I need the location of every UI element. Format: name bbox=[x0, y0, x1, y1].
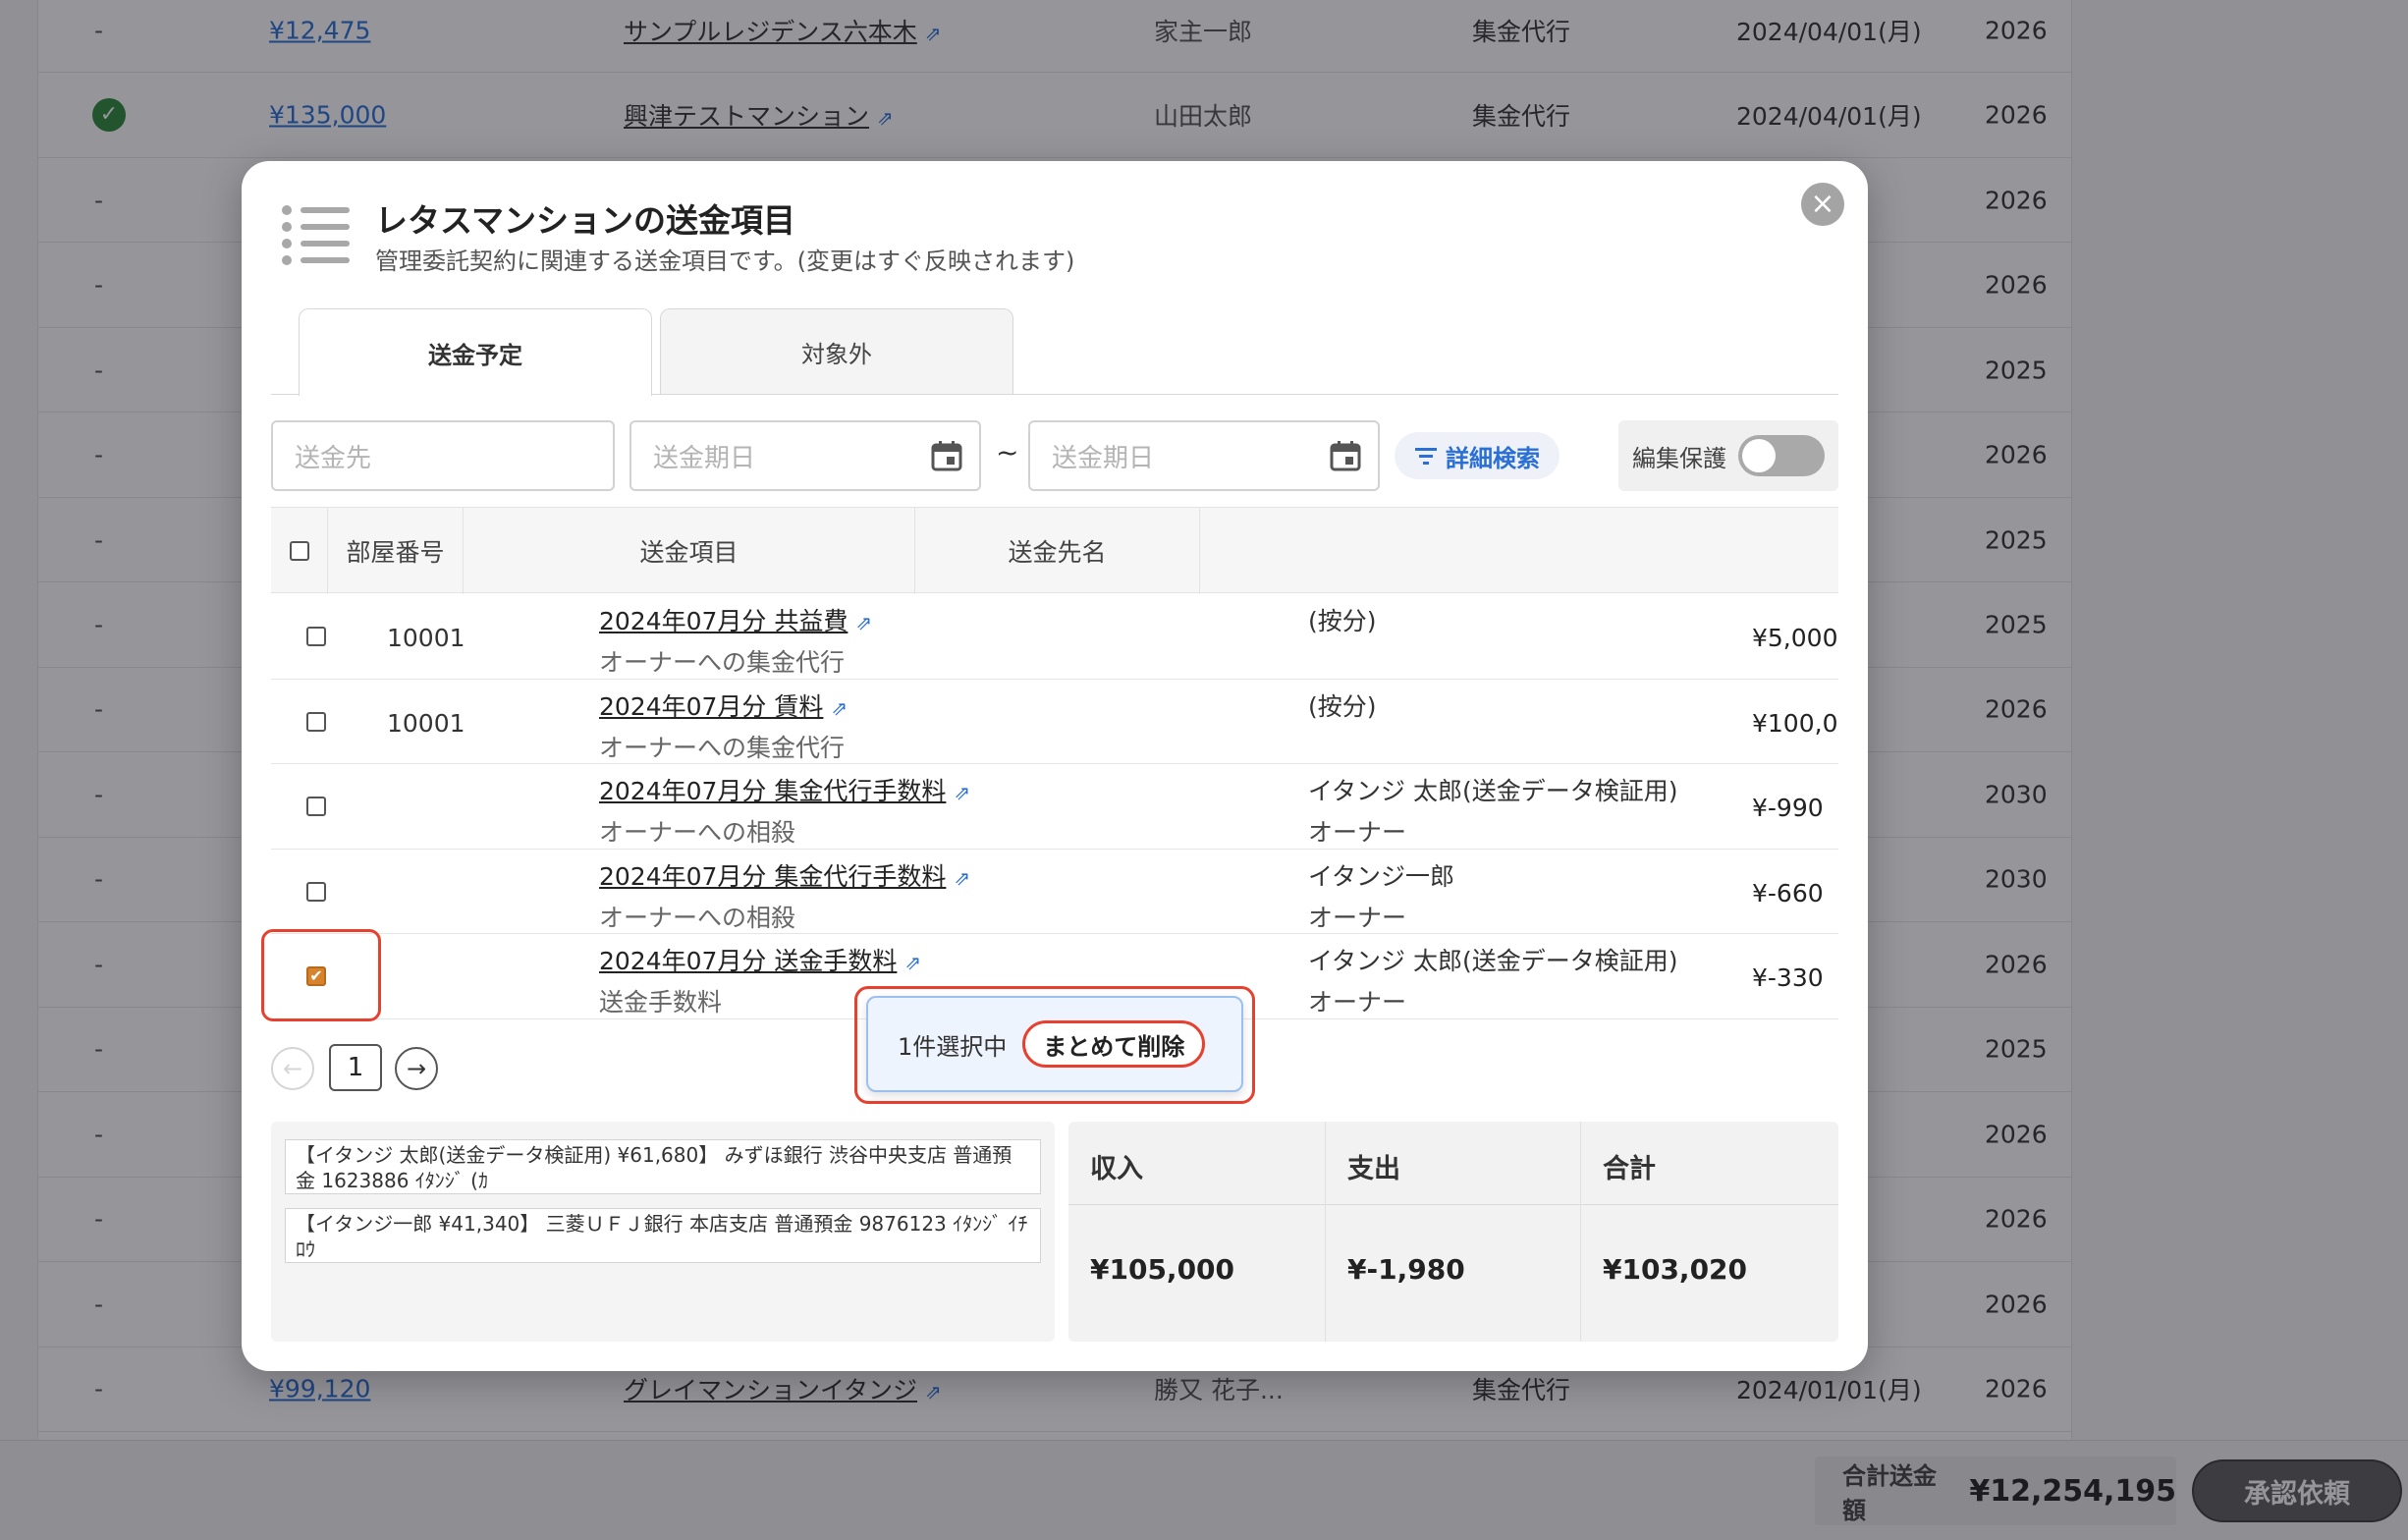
recipient-role: オーナー bbox=[1308, 988, 1407, 1017]
pagination-current-page[interactable]: 1 bbox=[329, 1044, 382, 1091]
recipient-cell: (按分) bbox=[1308, 602, 1377, 643]
modal-subtitle: 管理委託契約に関連する送金項目です。(変更はすぐ反映されます) bbox=[375, 248, 1075, 275]
bulk-delete-button[interactable]: まとめて削除 bbox=[1022, 1020, 1206, 1068]
header-recipient-name: 送金先名 bbox=[915, 508, 1200, 594]
external-link-icon[interactable]: ⇗ bbox=[954, 866, 970, 890]
amount: ¥-660 bbox=[1752, 878, 1824, 908]
remittance-item-link[interactable]: 2024年07月分 集金代行手数料 bbox=[599, 862, 946, 891]
summary-income: 収入 ¥105,000 bbox=[1068, 1122, 1326, 1342]
calendar-icon[interactable] bbox=[930, 439, 963, 472]
table-row: 2024年07月分 集金代行手数料 ⇗ オーナーへの相殺 イタンジ一郎 オーナー ¥-66… bbox=[271, 850, 1838, 934]
expense-label: 支出 bbox=[1347, 1154, 1400, 1184]
room-number: 10001 bbox=[387, 708, 465, 738]
row-checkbox[interactable] bbox=[306, 881, 326, 902]
summary-panel: 収入 ¥105,000 支出 ¥-1,980 合計 ¥103,020 bbox=[1068, 1122, 1838, 1342]
row-checkbox[interactable] bbox=[306, 797, 326, 816]
table-header: 部屋番号 送金項目 送金先名 bbox=[271, 507, 1838, 594]
remittance-item-category: オーナーへの相殺 bbox=[599, 818, 796, 847]
header-remittance-item: 送金項目 bbox=[464, 508, 915, 594]
detail-search-button[interactable]: 詳細検索 bbox=[1395, 432, 1560, 479]
recipient-cell: イタンジ 太郎(送金データ検証用) オーナー bbox=[1308, 772, 1677, 849]
income-value: ¥105,000 bbox=[1090, 1253, 1235, 1286]
detail-search-label: 詳細検索 bbox=[1446, 444, 1540, 472]
amount: ¥100,00 bbox=[1752, 708, 1838, 738]
remittance-item-cell: 2024年07月分 賃料 ⇗ オーナーへの集金代行 bbox=[599, 688, 848, 764]
remittance-item-cell: 2024年07月分 共益費 ⇗ オーナーへの集金代行 bbox=[599, 602, 872, 679]
close-icon[interactable]: × bbox=[1801, 183, 1844, 226]
total-label: 合計 bbox=[1603, 1154, 1656, 1184]
bank-info-panel: 【イタンジ 太郎(送金データ検証用) ¥61,680】 みずほ銀行 渋谷中央支店… bbox=[271, 1122, 1055, 1342]
external-link-icon[interactable]: ⇗ bbox=[855, 611, 872, 634]
recipient-name: (按分) bbox=[1308, 691, 1377, 721]
recipient-name: イタンジ 太郎(送金データ検証用) bbox=[1308, 947, 1678, 975]
external-link-icon[interactable]: ⇗ bbox=[904, 951, 921, 974]
filter-icon bbox=[1415, 448, 1437, 465]
amount: ¥-330 bbox=[1752, 963, 1824, 992]
bank-entry: 【イタンジ一郎 ¥41,340】 三菱ＵＦＪ銀行 本店支店 普通預金 98761… bbox=[285, 1208, 1041, 1263]
recipient-role: オーナー bbox=[1308, 903, 1407, 932]
amount: ¥5,000 bbox=[1752, 624, 1838, 652]
recipient-name: (按分) bbox=[1308, 607, 1377, 635]
pagination-prev-button[interactable]: ← bbox=[271, 1047, 314, 1090]
table-row: 10001 2024年07月分 賃料 ⇗ オーナーへの集金代行 (按分) ¥100,00 bbox=[271, 680, 1838, 764]
row-checkbox[interactable] bbox=[306, 627, 326, 646]
modal-title: レタスマンションの送金項目 bbox=[375, 201, 796, 240]
remittance-item-link[interactable]: 2024年07月分 賃料 bbox=[599, 692, 823, 721]
recipient-search-input[interactable]: 送金先 bbox=[271, 420, 615, 491]
recipient-name: イタンジ一郎 bbox=[1308, 861, 1455, 891]
due-date-from-placeholder: 送金期日 bbox=[653, 443, 756, 473]
table-row: 10001 2024年07月分 共益費 ⇗ オーナーへの集金代行 (按分) ¥5,000 bbox=[271, 594, 1838, 680]
summary-expense: 支出 ¥-1,980 bbox=[1326, 1122, 1581, 1342]
edit-protect-control: 編集保護 bbox=[1618, 420, 1838, 491]
remittance-item-category: オーナーへの集金代行 bbox=[599, 733, 846, 762]
recipient-cell: イタンジ 太郎(送金データ検証用) オーナー bbox=[1308, 942, 1677, 1018]
bank-entry: 【イタンジ 太郎(送金データ検証用) ¥61,680】 みずほ銀行 渋谷中央支店… bbox=[285, 1139, 1041, 1194]
selected-count: 1件選択中 bbox=[898, 1032, 1008, 1061]
expense-value: ¥-1,980 bbox=[1347, 1253, 1465, 1286]
edit-protect-toggle[interactable] bbox=[1738, 435, 1825, 476]
external-link-icon[interactable]: ⇗ bbox=[954, 781, 970, 804]
remittance-item-cell: 2024年07月分 集金代行手数料 ⇗ オーナーへの相殺 bbox=[599, 772, 970, 849]
recipient-name: イタンジ 太郎(送金データ検証用) bbox=[1308, 777, 1678, 805]
remittance-item-link[interactable]: 2024年07月分 送金手数料 bbox=[599, 947, 897, 975]
list-icon bbox=[282, 205, 350, 265]
recipient-cell: (按分) bbox=[1308, 688, 1377, 729]
select-all-checkbox[interactable] bbox=[289, 541, 309, 561]
toggle-knob bbox=[1742, 439, 1776, 472]
remittance-item-category: オーナーへの相殺 bbox=[599, 903, 796, 932]
pagination-next-button[interactable]: → bbox=[395, 1047, 438, 1090]
selection-popup: 1件選択中 まとめて削除 bbox=[866, 996, 1243, 1092]
amount: ¥-990 bbox=[1752, 794, 1824, 822]
table-row: 2024年07月分 集金代行手数料 ⇗ オーナーへの相殺 イタンジ 太郎(送金データ検… bbox=[271, 764, 1838, 850]
external-link-icon[interactable]: ⇗ bbox=[831, 696, 848, 720]
remittance-item-cell: 2024年07月分 集金代行手数料 ⇗ オーナーへの相殺 bbox=[599, 857, 970, 934]
tab-scheduled[interactable]: 送金予定 bbox=[299, 308, 652, 396]
row-checkbox[interactable] bbox=[306, 711, 326, 732]
remittance-item-link[interactable]: 2024年07月分 共益費 bbox=[599, 607, 848, 635]
recipient-cell: イタンジ一郎 オーナー bbox=[1308, 857, 1454, 934]
calendar-icon[interactable] bbox=[1329, 439, 1362, 472]
remittance-items-table: 部屋番号 送金項目 送金先名 10001 2024年07月分 共益費 ⇗ オーナーへの… bbox=[271, 507, 1838, 1021]
room-number: 10001 bbox=[387, 624, 465, 652]
remittance-item-link[interactable]: 2024年07月分 集金代行手数料 bbox=[599, 777, 946, 805]
summary-total: 合計 ¥103,020 bbox=[1581, 1122, 1838, 1342]
due-date-to-placeholder: 送金期日 bbox=[1052, 443, 1155, 473]
recipient-role: オーナー bbox=[1308, 818, 1407, 847]
tab-excluded[interactable]: 対象外 bbox=[660, 308, 1013, 395]
remittance-item-category: オーナーへの集金代行 bbox=[599, 648, 846, 677]
edit-protect-label: 編集保護 bbox=[1632, 444, 1726, 472]
income-label: 収入 bbox=[1090, 1154, 1143, 1184]
date-range-separator: ~ bbox=[996, 436, 1019, 468]
checkbox-highlight bbox=[261, 929, 381, 1021]
due-date-to-input[interactable]: 送金期日 bbox=[1028, 420, 1380, 491]
select-all-cell bbox=[271, 508, 328, 594]
total-value: ¥103,020 bbox=[1603, 1253, 1748, 1286]
header-room-number: 部屋番号 bbox=[328, 508, 464, 594]
due-date-from-input[interactable]: 送金期日 bbox=[629, 420, 981, 491]
